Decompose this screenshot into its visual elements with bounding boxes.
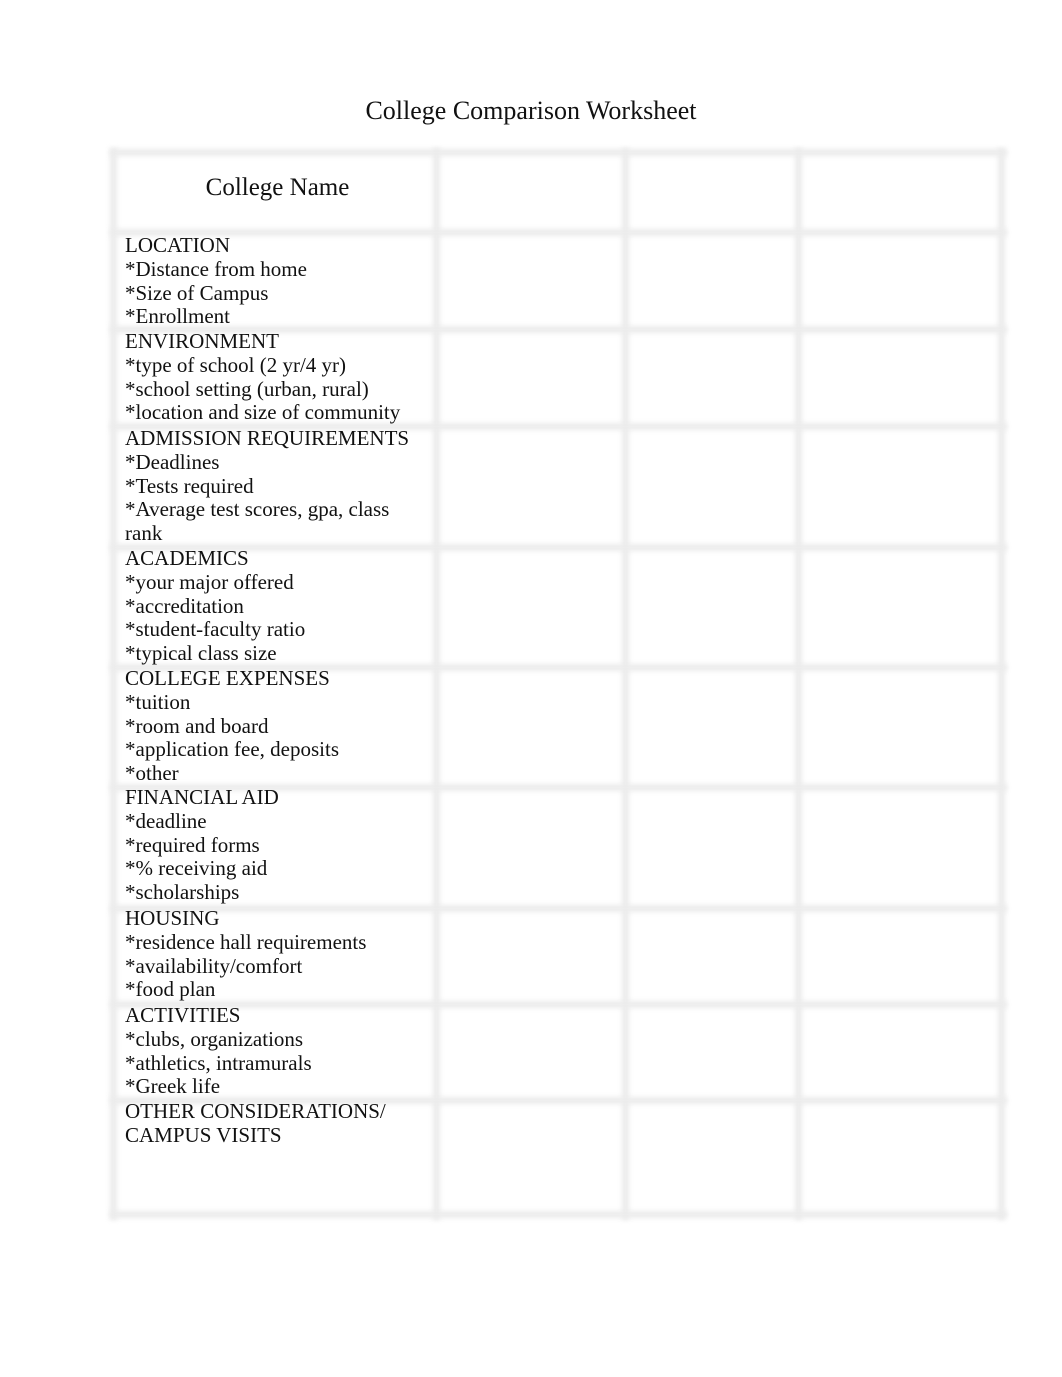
section-heading: FINANCIAL AID <box>125 785 279 809</box>
criterion: *room and board <box>125 713 269 738</box>
criterion: *required forms <box>125 832 260 857</box>
section-location: LOCATION *Distance from home *Size of Ca… <box>125 233 435 329</box>
section-activities: ACTIVITIES *clubs, organizations *athlet… <box>125 1003 435 1099</box>
criterion: *deadline <box>125 808 207 833</box>
criterion: *type of school (2 yr/4 yr) <box>125 352 347 377</box>
comparison-cell[interactable] <box>443 333 619 419</box>
criterion: *Average test scores, gpa, class rank <box>125 497 390 546</box>
section-environment: ENVIRONMENT *type of school (2 yr/4 yr) … <box>125 329 435 425</box>
comparison-cell[interactable] <box>443 236 619 322</box>
comparison-cell[interactable] <box>443 1008 619 1093</box>
comparison-cell[interactable] <box>632 551 792 660</box>
criterion: *Tests required <box>125 473 254 498</box>
comparison-cell[interactable] <box>632 1008 792 1093</box>
criterion: *accreditation <box>125 593 244 618</box>
section-heading: ACADEMICS <box>125 546 249 570</box>
table-border-bottom <box>110 1211 1007 1218</box>
criterion: *tuition <box>125 689 191 714</box>
comparison-cell[interactable] <box>443 791 619 901</box>
criterion: *scholarships <box>125 880 240 905</box>
table-border-right <box>998 148 1005 1220</box>
comparison-cell[interactable] <box>632 1104 792 1207</box>
section-heading: HOUSING <box>125 906 220 930</box>
comparison-cell[interactable] <box>443 430 619 540</box>
criterion: *school setting (urban, rural) <box>125 376 369 401</box>
criterion: *Greek life <box>125 1074 221 1099</box>
section-heading: ENVIRONMENT <box>125 329 279 353</box>
criterion: *Size of Campus <box>125 280 269 305</box>
criterion: *student-faculty ratio <box>125 617 306 642</box>
comparison-cell[interactable] <box>632 430 792 540</box>
college-name-header: College Name <box>205 174 350 201</box>
criterion: *other <box>125 761 179 786</box>
section-heading: OTHER CONSIDERATIONS/ CAMPUS VISITS <box>125 1099 386 1147</box>
comparison-cell[interactable] <box>805 430 995 540</box>
criterion: *food plan <box>125 977 216 1002</box>
comparison-cell[interactable] <box>443 551 619 660</box>
section-heading: COLLEGE EXPENSES <box>125 666 330 690</box>
comparison-cell[interactable] <box>805 791 995 901</box>
section-housing: HOUSING *residence hall requirements *av… <box>125 906 435 1002</box>
comparison-cell[interactable] <box>805 671 995 780</box>
section-academics: ACADEMICS *your major offered *accredita… <box>125 546 435 666</box>
section-financial-aid: FINANCIAL AID *deadline *required forms … <box>125 785 435 905</box>
comparison-cell[interactable] <box>805 333 995 419</box>
comparison-cell[interactable] <box>443 912 619 997</box>
table-border-left <box>110 148 117 1220</box>
college-2-name-cell[interactable] <box>632 160 792 226</box>
criterion: *typical class size <box>125 641 277 666</box>
section-heading: LOCATION <box>125 233 230 257</box>
criterion: *availability/comfort <box>125 953 303 978</box>
college-1-name-cell[interactable] <box>443 160 619 226</box>
comparison-cell[interactable] <box>632 333 792 419</box>
comparison-cell[interactable] <box>632 671 792 780</box>
section-college-expenses: COLLEGE EXPENSES *tuition *room and boar… <box>125 666 435 786</box>
comparison-cell[interactable] <box>805 1008 995 1093</box>
comparison-cell[interactable] <box>443 671 619 780</box>
criterion: *your major offered <box>125 569 294 594</box>
comparison-cell[interactable] <box>805 551 995 660</box>
criterion: *clubs, organizations <box>125 1026 304 1051</box>
comparison-cell[interactable] <box>632 236 792 322</box>
column-divider <box>622 148 629 1220</box>
section-other-considerations: OTHER CONSIDERATIONS/ CAMPUS VISITS <box>125 1099 415 1148</box>
table-border-top <box>110 149 1007 156</box>
section-heading: ACTIVITIES <box>125 1003 241 1027</box>
section-heading: ADMISSION REQUIREMENTS <box>125 426 410 450</box>
comparison-cell[interactable] <box>443 1104 619 1207</box>
criterion: *application fee, deposits <box>125 737 340 762</box>
criterion: *residence hall requirements <box>125 929 367 954</box>
comparison-cell[interactable] <box>632 791 792 901</box>
column-divider <box>795 148 802 1220</box>
section-admission-requirements: ADMISSION REQUIREMENTS *Deadlines *Tests… <box>125 426 435 546</box>
criterion: *% receiving aid <box>125 856 268 881</box>
criterion: *Deadlines <box>125 449 220 474</box>
college-3-name-cell[interactable] <box>805 160 995 226</box>
criterion: *Distance from home <box>125 256 307 281</box>
comparison-cell[interactable] <box>805 912 995 997</box>
criterion: *athletics, intramurals <box>125 1050 312 1075</box>
criterion: *location and size of community <box>125 400 401 425</box>
comparison-cell[interactable] <box>805 236 995 322</box>
criterion: *Enrollment <box>125 304 230 329</box>
comparison-cell[interactable] <box>632 912 792 997</box>
comparison-cell[interactable] <box>805 1104 995 1207</box>
